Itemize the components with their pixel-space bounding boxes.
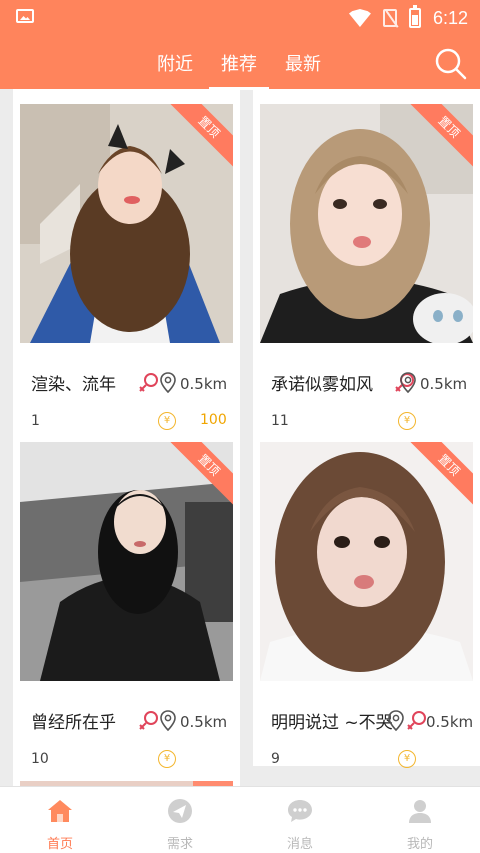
- profile-photo[interactable]: 置顶: [260, 104, 473, 343]
- pinned-ribbon: 置顶: [161, 104, 233, 176]
- count-text: 10: [31, 751, 49, 767]
- gallery-icon: [16, 9, 34, 23]
- status-time: 6:12: [432, 7, 468, 28]
- profile-card[interactable]: 置顶 渲染、流年 0.5km 1 ¥ 100: [20, 104, 233, 442]
- distance-text: 0.5km: [180, 713, 228, 731]
- content-area[interactable]: 置顶 渲染、流年 0.5km 1 ¥ 100 置顶 曾经所在乎 0.5km 10…: [0, 89, 480, 786]
- profile-name: 渲染、流年: [31, 375, 116, 395]
- coin-amount: 100: [200, 412, 227, 428]
- nav-messages[interactable]: 消息: [240, 787, 360, 853]
- profile-card[interactable]: 置顶 曾经所在乎 0.5km 10 ¥: [20, 442, 233, 780]
- location-pin-icon: [160, 372, 176, 394]
- coin-icon: ¥: [158, 750, 176, 768]
- user-icon: [409, 800, 431, 823]
- right-column: 置顶 承诺似雾如风 0.5km 11 ¥ 置顶 明明说过 ~不哭 0.5km 9…: [253, 89, 480, 768]
- profile-photo[interactable]: 置顶: [260, 442, 473, 681]
- female-icon: [407, 711, 426, 730]
- left-column: 置顶 渲染、流年 0.5km 1 ¥ 100 置顶 曾经所在乎 0.5km 10…: [13, 89, 240, 786]
- pinned-ribbon: 置顶: [401, 442, 473, 514]
- distance-text: 0.5km: [420, 375, 468, 393]
- nav-label-profile: 我的: [406, 837, 433, 852]
- no-sim-icon: [382, 9, 397, 27]
- location-pin-icon: [160, 710, 176, 732]
- distance-text: 0.5km: [426, 713, 474, 731]
- nav-profile[interactable]: 我的: [360, 787, 480, 853]
- profile-name: 明明说过 ~不哭: [271, 713, 393, 733]
- nav-label-messages: 消息: [286, 837, 313, 852]
- top-tabs: 附近 推荐 最新: [0, 40, 480, 90]
- send-icon: [168, 799, 192, 823]
- nav-demand[interactable]: 需求: [120, 787, 240, 853]
- coin-icon: ¥: [398, 412, 416, 430]
- profile-card[interactable]: 置顶 明明说过 ~不哭 0.5km 9 ¥: [260, 442, 473, 780]
- female-icon: [139, 711, 158, 730]
- tab-latest[interactable]: 最新: [285, 50, 321, 76]
- count-text: 11: [271, 413, 289, 429]
- location-pin-icon: [400, 372, 416, 394]
- coin-icon: ¥: [398, 750, 416, 768]
- profile-name: 承诺似雾如风: [271, 375, 373, 395]
- distance-text: 0.5km: [180, 375, 228, 393]
- search-icon[interactable]: [434, 47, 468, 81]
- nav-home[interactable]: 首页: [0, 787, 120, 853]
- count-text: 1: [31, 413, 40, 429]
- chat-icon: [288, 800, 312, 822]
- profile-photo[interactable]: 置顶: [20, 442, 233, 681]
- nav-label-home: 首页: [46, 837, 73, 852]
- wifi-icon: [348, 9, 371, 27]
- home-icon: [48, 800, 72, 822]
- app-header: 6:12 附近 推荐 最新: [0, 0, 480, 90]
- profile-photo[interactable]: 置顶: [20, 104, 233, 343]
- count-text: 9: [271, 751, 280, 767]
- battery-icon: [408, 5, 421, 28]
- location-pin-icon: [388, 710, 404, 732]
- pinned-ribbon: 置顶: [401, 104, 473, 176]
- pinned-ribbon: 置顶: [161, 442, 233, 514]
- coin-icon: ¥: [158, 412, 176, 430]
- tab-recommended[interactable]: 推荐: [221, 50, 257, 76]
- profile-name: 曾经所在乎: [31, 713, 116, 733]
- bottom-navigation: 首页 需求 消息 我的: [0, 786, 480, 853]
- nav-label-demand: 需求: [166, 837, 193, 852]
- tab-nearby[interactable]: 附近: [157, 50, 193, 76]
- female-icon: [139, 373, 158, 392]
- status-bar: 6:12: [0, 0, 480, 36]
- profile-card[interactable]: 置顶 承诺似雾如风 0.5km 11 ¥: [260, 104, 473, 442]
